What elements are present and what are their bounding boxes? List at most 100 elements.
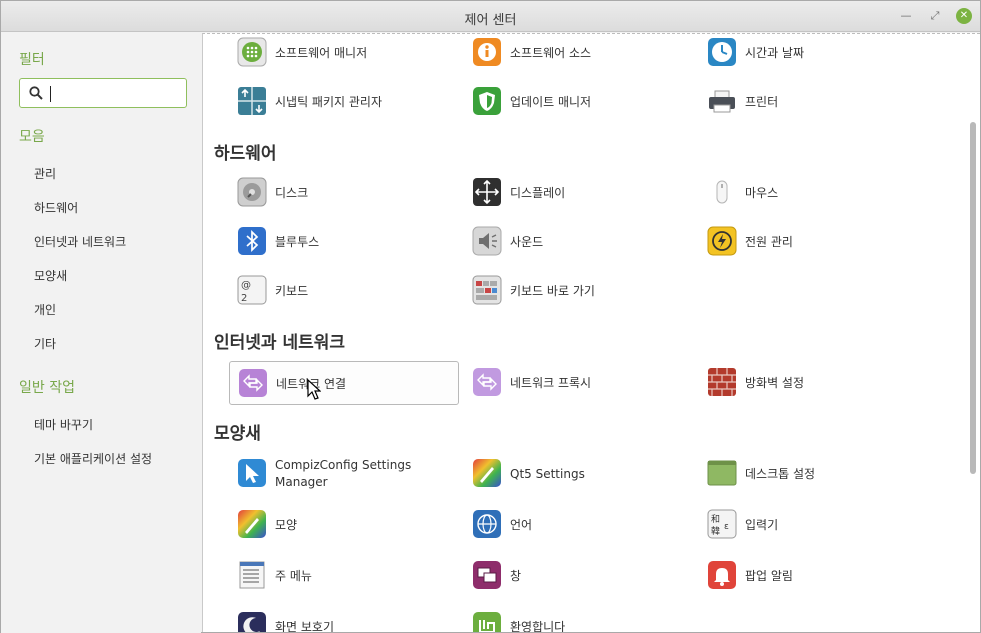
themes-icon bbox=[238, 510, 266, 538]
applet-software-sources[interactable]: 소프트웨어 소스 bbox=[464, 34, 694, 75]
applet-label: 소프트웨어 소스 bbox=[510, 46, 592, 60]
applet-notifications[interactable]: 팝업 알림 bbox=[699, 554, 929, 598]
applet-windows[interactable]: 창 bbox=[464, 554, 694, 598]
applet-input-method[interactable]: 和韓ε 입력기 bbox=[699, 503, 929, 547]
applet-desktop[interactable]: 데스크톱 설정 bbox=[699, 452, 929, 496]
mouse-pointer-icon bbox=[307, 379, 321, 400]
display-icon bbox=[473, 178, 501, 206]
applet-label: 모양 bbox=[275, 518, 298, 532]
window-title: 제어 센터 bbox=[464, 13, 517, 28]
input-method-icon: 和韓 ε bbox=[707, 509, 737, 539]
applet-keyboard[interactable]: @2 키보드 bbox=[229, 269, 459, 313]
applet-languages[interactable]: 언어 bbox=[464, 503, 694, 547]
applet-label: 프린터 bbox=[745, 95, 779, 109]
language-icon bbox=[473, 510, 501, 538]
applet-mouse[interactable]: 마우스 bbox=[699, 171, 929, 215]
applet-label: 주 메뉴 bbox=[275, 569, 312, 583]
shield-icon bbox=[473, 87, 501, 115]
applet-display[interactable]: 디스플레이 bbox=[464, 171, 694, 215]
applet-update-manager[interactable]: 업데이트 매니저 bbox=[464, 80, 694, 124]
applet-label: 방화벽 설정 bbox=[745, 376, 805, 390]
welcome-icon bbox=[473, 612, 501, 632]
applet-bluetooth[interactable]: 블루투스 bbox=[229, 220, 459, 264]
qt5-icon bbox=[473, 459, 501, 487]
screensaver-icon bbox=[238, 612, 266, 632]
applet-label: 전원 관리 bbox=[745, 235, 793, 249]
applet-label: CompizConfig Settings Manager bbox=[275, 458, 412, 489]
applet-label: 팝업 알림 bbox=[745, 569, 793, 583]
sidebar-item-hardware[interactable]: 하드웨어 bbox=[34, 199, 78, 216]
applet-power[interactable]: 전원 관리 bbox=[699, 220, 929, 264]
keyboard-icon: @2 bbox=[237, 275, 267, 305]
sidebar-item-other[interactable]: 기타 bbox=[34, 335, 56, 352]
applet-label: 데스크톱 설정 bbox=[745, 467, 816, 481]
section-title-hardware: 하드웨어 bbox=[214, 144, 277, 164]
maximize-icon[interactable]: ⤢ bbox=[927, 8, 943, 24]
info-icon bbox=[473, 38, 501, 66]
network-icon bbox=[239, 369, 267, 397]
applet-label: Qt5 Settings bbox=[510, 467, 585, 481]
search-icon bbox=[29, 86, 43, 100]
sidebar-item-network[interactable]: 인터넷과 네트워크 bbox=[34, 233, 126, 250]
applet-label: 창 bbox=[510, 569, 522, 583]
applet-label: 입력기 bbox=[745, 518, 779, 532]
applet-label: 디스플레이 bbox=[510, 186, 566, 200]
applet-themes[interactable]: 모양 bbox=[229, 503, 459, 547]
close-icon[interactable]: ✕ bbox=[956, 8, 972, 24]
windows-icon bbox=[473, 561, 501, 589]
applet-network-proxy[interactable]: 네트워크 프록시 bbox=[464, 361, 694, 405]
applet-label: 블루투스 bbox=[275, 235, 320, 249]
search-input[interactable] bbox=[19, 78, 187, 108]
applet-disks[interactable]: 디스크 bbox=[229, 171, 459, 215]
synaptic-icon bbox=[238, 87, 266, 115]
applet-date-time[interactable]: 시간과 날짜 bbox=[699, 34, 929, 75]
applet-keyboard-shortcuts[interactable]: 키보드 바로 가기 bbox=[464, 269, 694, 313]
applet-label: 환영합니다 bbox=[510, 620, 566, 632]
applets-panel: 소프트웨어 매니저 소프트웨어 소스 시간과 날짜 시냅틱 패키지 관리자 업데… bbox=[202, 33, 980, 632]
compiz-icon bbox=[238, 459, 266, 487]
applet-sound[interactable]: 사운드 bbox=[464, 220, 694, 264]
svg-text:ε: ε bbox=[724, 522, 729, 532]
applet-compizconfig[interactable]: CompizConfig Settings Manager bbox=[229, 452, 459, 496]
disk-icon bbox=[237, 177, 267, 207]
applet-main-menu[interactable]: 주 메뉴 bbox=[229, 554, 459, 598]
bluetooth-icon bbox=[238, 227, 266, 255]
desktop-icon bbox=[707, 460, 737, 486]
applet-label: 시간과 날짜 bbox=[745, 46, 805, 60]
task-change-theme[interactable]: 테마 바꾸기 bbox=[34, 416, 93, 433]
applet-label: 디스크 bbox=[275, 186, 309, 200]
titlebar: 제어 센터 — ⤢ ✕ bbox=[1, 1, 980, 32]
minimize-icon[interactable]: — bbox=[898, 8, 914, 24]
text-cursor bbox=[50, 86, 51, 102]
filter-heading: 필터 bbox=[19, 52, 45, 68]
applet-label: 소프트웨어 매니저 bbox=[275, 46, 368, 60]
control-center-window: 제어 센터 — ⤢ ✕ 필터 모음 관리 하드웨어 인터넷과 네트워크 모양새 … bbox=[0, 0, 981, 633]
applet-qt5-settings[interactable]: Qt5 Settings bbox=[464, 452, 694, 496]
sidebar-item-personal[interactable]: 개인 bbox=[34, 301, 56, 318]
applet-synaptic[interactable]: 시냅틱 패키지 관리자 bbox=[229, 80, 459, 124]
applet-welcome[interactable]: 환영합니다 bbox=[464, 605, 694, 632]
applet-firewall[interactable]: 방화벽 설정 bbox=[699, 361, 929, 405]
task-default-apps[interactable]: 기본 애플리케이션 설정 bbox=[34, 450, 152, 467]
software-manager-icon bbox=[237, 37, 267, 67]
power-icon bbox=[707, 226, 737, 256]
applet-screensaver[interactable]: 화면 보호기 bbox=[229, 605, 459, 632]
svg-text:和: 和 bbox=[711, 514, 720, 525]
tasks-heading: 일반 작업 bbox=[19, 380, 75, 396]
applet-label: 시냅틱 패키지 관리자 bbox=[275, 95, 382, 109]
printer-icon bbox=[709, 90, 735, 113]
applet-label: 언어 bbox=[510, 518, 533, 532]
applet-network-connections[interactable]: 네트워크 연결 bbox=[229, 361, 459, 405]
sidebar-item-admin[interactable]: 관리 bbox=[34, 165, 56, 182]
section-title-appearance: 모양새 bbox=[214, 424, 261, 444]
proxy-icon bbox=[473, 368, 501, 396]
bell-icon bbox=[708, 561, 736, 589]
keyboard-shortcuts-icon bbox=[472, 275, 502, 305]
applet-printers[interactable]: 프린터 bbox=[699, 80, 929, 124]
scrollbar-thumb[interactable] bbox=[970, 122, 976, 474]
applet-label: 사운드 bbox=[510, 235, 544, 249]
svg-text:韓: 韓 bbox=[711, 526, 720, 537]
sidebar-item-appearance[interactable]: 모양새 bbox=[34, 267, 67, 284]
applet-label: 키보드 바로 가기 bbox=[510, 284, 595, 298]
applet-software-manager[interactable]: 소프트웨어 매니저 bbox=[229, 34, 459, 75]
